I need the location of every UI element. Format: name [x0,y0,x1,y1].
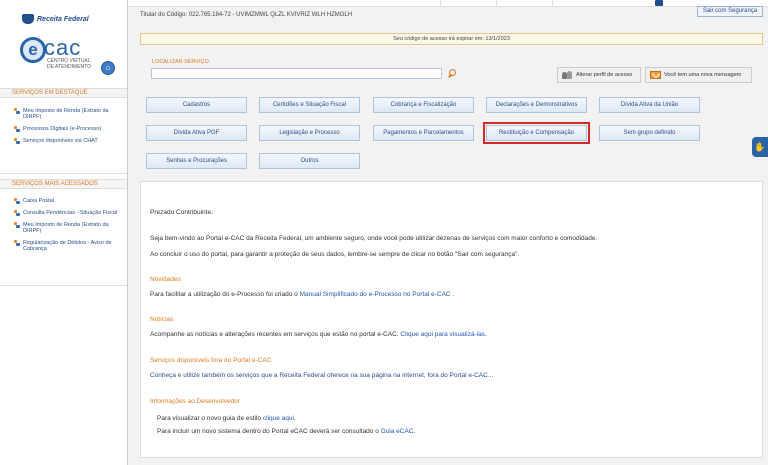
sidebar-item-consulta-pendencias[interactable]: Consulta Pendências - Situação Fiscal [14,210,124,216]
sidebar-item-label: Meu Imposto de Renda (Extrato da DIRPF) [23,222,109,234]
left-column: Receita Federal e cac CENTRO VIRTUAL DE … [0,0,128,465]
sidebar-item-label: Consulta Pendências - Situação Fiscal [23,210,118,216]
manual-link[interactable]: Manual Simplificado do e-Processo no Por… [300,291,451,298]
welcome-panel: Prezado Contribuinte, Seja bem-vindo ao … [140,181,763,458]
welcome-line-1: Seja bem-vindo ao Portal e-CAC da Receit… [150,235,598,242]
sidebar-item-label: Serviços disponíveis via CHAT [23,138,98,144]
sidebar-item-caixa-postal[interactable]: Caixa Postal [14,198,124,204]
service-icon [14,222,20,228]
service-button-cadastros[interactable]: Cadastros [146,97,247,113]
crest-icon [22,14,34,24]
novidades-title: Novidades [150,276,181,283]
brand-name: Receita Federal [37,15,89,23]
novidades-text: Para facilitar a utilização do e-Process… [150,291,454,298]
noticias-end: . [484,331,487,338]
service-button-cobranca[interactable]: Cobrança e Fiscalização [373,97,474,113]
service-button-pagamentos[interactable]: Pagamentos e Parcelamentos [373,125,474,141]
service-button-senhas[interactable]: Senhas e Procurações [146,153,247,169]
style-guide-link[interactable]: clique aqui [263,415,294,422]
service-icon [14,210,20,216]
dev-line-1-label: Para visualizar o novo guia de estilo [157,415,263,422]
messages-label: Você tem uma nova mensagem [664,72,742,78]
noticias-label: Acompanhe as notícias e alterações recen… [150,331,401,338]
logout-button[interactable]: Sair com Segurança [697,6,763,17]
service-button-sem-grupo[interactable]: Sem grupo definido [599,125,700,141]
service-button-declaracoes[interactable]: Declarações e Demonstrativos [486,97,587,113]
dev-line-2-end: . [413,428,416,435]
novidades-label: Para facilitar a utilização do e-Process… [150,291,300,298]
home-icon[interactable]: ⌂ [101,61,115,75]
service-button-restituicao[interactable]: Restituição e Compensação [483,122,590,144]
featured-services-list: Meu Imposto de Renda (Extrato da DIRPF) … [14,108,124,150]
dev-line-2-label: Para incluir um novo sistema dentro do P… [157,428,381,435]
sidebar-item-meu-imposto[interactable]: Meu Imposto de Renda (Extrato da DIRPF) [14,108,124,120]
most-accessed-list: Caixa Postal Consulta Pendências - Situa… [14,198,124,258]
featured-services-title: SERVIÇOS EM DESTAQUE [0,88,127,98]
search-icon[interactable] [447,68,458,79]
people-icon [562,71,573,79]
fora-title: Serviços disponíveis fora do Portal e-CA… [150,357,272,364]
dev-line-1-end: . [293,415,296,422]
sidebar-item-label: Meu Imposto de Renda (Extrato da DIRPF) [23,108,109,120]
service-button-legislacao[interactable]: Legislação e Processo [259,125,360,141]
novidades-end: . [450,291,455,298]
sidebar-item-meu-imposto-2[interactable]: Meu Imposto de Renda (Extrato da DIRPF) [14,222,124,234]
service-icon [14,108,20,114]
service-icon [14,240,20,246]
dev-line-2: Para incluir um novo sistema dentro do P… [157,428,415,435]
noticias-link[interactable]: Clique aqui para visualizá-las [400,331,485,338]
messages-button[interactable]: Você tem uma nova mensagem [645,67,752,83]
service-button-outros[interactable]: Outros [259,153,360,169]
sidebar-item-chat[interactable]: Serviços disponíveis via CHAT [14,138,124,144]
dev-line-1: Para visualizar o novo guia de estilo cl… [157,415,296,422]
change-profile-label: Alterar perfil de acesso [576,72,633,78]
noticias-text: Acompanhe as notícias e alterações recen… [150,331,487,338]
service-icon [14,138,20,144]
titular-info: Titular do Código: 022.765.184-72 - UVIM… [140,12,353,18]
search-input[interactable] [151,68,442,79]
ecac-e-icon: e [20,37,46,63]
sidebar-item-processos-digitais[interactable]: Processos Digitais (e-Processo) [14,126,124,132]
mail-icon [650,71,661,79]
noticias-title: Notícias [150,316,174,323]
ecac-subtitle: CENTRO VIRTUAL DE ATENDIMENTO [47,58,91,70]
service-button-divida-ativa-uniao[interactable]: Dívida Ativa da União [599,97,700,113]
sidebar-item-regularizacao[interactable]: Regularização de Débitos - Aviso de Cobr… [14,240,124,252]
fora-link[interactable]: Conheça e utilize também os serviços que… [150,372,493,379]
ecac-logo[interactable]: e cac CENTRO VIRTUAL DE ATENDIMENTO [20,35,96,77]
developer-title: Informações ao Desenvolvedor [150,398,240,405]
sidebar-item-label: Processos Digitais (e-Processo) [23,126,102,132]
app-icon [655,0,663,6]
most-accessed-title: SERVIÇOS MAIS ACESSADOS [0,179,127,189]
greeting: Prezado Contribuinte, [150,209,213,216]
service-icon [14,198,20,204]
change-profile-button[interactable]: Alterar perfil de acesso [557,67,641,83]
guia-ecac-link[interactable]: Guia eCAC [381,428,414,435]
service-button-certidoes[interactable]: Certidões e Situação Fiscal [259,97,360,113]
sidebar-item-label: Caixa Postal [23,198,54,204]
accessibility-icon[interactable]: ✋ [752,137,768,157]
receita-federal-logo[interactable]: Receita Federal [22,14,89,24]
welcome-line-2: Ao concluir o uso do portal, para garant… [150,251,520,258]
sidebar-item-label: Regularização de Débitos - Aviso de Cobr… [23,240,112,252]
expire-notice: Seu código de acesso irá expirar em: 13/… [140,33,763,45]
service-button-divida-ativa-pgf[interactable]: Dívida Ativa PGF [146,125,247,141]
service-icon [14,126,20,132]
search-label: LOCALIZAR SERVIÇO [152,59,209,65]
